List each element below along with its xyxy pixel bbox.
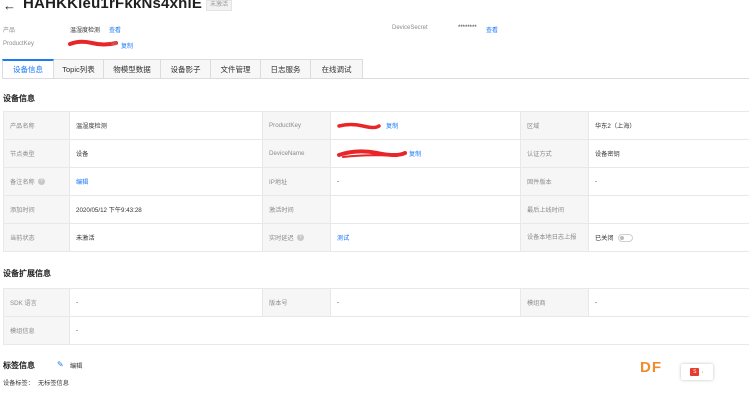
- tab-log-service[interactable]: 日志服务: [261, 59, 311, 79]
- tab-file-management[interactable]: 文件管理: [211, 59, 261, 79]
- tab-thing-model-data[interactable]: 物模型数据: [104, 59, 161, 79]
- node-type-value: 设备: [70, 140, 263, 167]
- productkey-label: ProductKey: [3, 41, 35, 47]
- module-info-value: -: [70, 317, 749, 344]
- firmware-version-value: -: [589, 168, 749, 195]
- table-row: 产品名称 温湿度检测 ProductKey 复制 区域 华东2（上海）: [4, 112, 749, 140]
- latency-test-button[interactable]: 测试: [337, 233, 349, 242]
- auth-method-value: 设备密钥: [589, 140, 749, 167]
- added-time-value: 2020/05/12 下午9:43:28: [70, 196, 263, 223]
- product-name-value: 温湿度检测: [70, 112, 263, 139]
- device-info-table: 产品名称 温湿度检测 ProductKey 复制 区域 华东2（上海） 节点类型…: [3, 111, 749, 252]
- current-status-label: 当前状态: [4, 224, 70, 251]
- ime-chip: S: [690, 368, 700, 376]
- device-title: HAHKKleu1rFkkNs4xhlE: [23, 0, 203, 12]
- activation-time-label: 激活时间: [263, 196, 331, 223]
- activation-time-value: [331, 196, 521, 223]
- help-icon[interactable]: ?: [37, 178, 45, 185]
- device-tag-value: 无标签信息: [38, 380, 69, 387]
- productkey-suffix: ss: [111, 41, 117, 47]
- tabs-divider: [2, 78, 749, 79]
- current-status-value: 未激活: [70, 224, 263, 251]
- redaction-mark: [337, 122, 381, 129]
- table-row: SDK 语言 - 版本号 - 模组商 -: [4, 289, 749, 317]
- pencil-icon[interactable]: ✎: [57, 360, 64, 369]
- device-secret-value: ********: [458, 25, 477, 31]
- productkey-row-label: ProductKey: [263, 112, 331, 139]
- region-value: 华东2（上海）: [589, 112, 749, 139]
- ext-info-title: 设备扩展信息: [3, 269, 51, 278]
- module-vendor-value: -: [589, 289, 749, 316]
- tag-edit-button[interactable]: 编辑: [70, 361, 82, 370]
- auth-method-label: 认证方式: [521, 140, 589, 167]
- df-watermark-logo: DF: [640, 359, 662, 376]
- productkey-copy-link[interactable]: 复制: [121, 41, 133, 50]
- devicename-copy-button[interactable]: 复制: [409, 149, 421, 158]
- module-info-label: 模组信息: [4, 317, 70, 344]
- version-label: 版本号: [263, 289, 331, 316]
- ime-dot: ·: [701, 368, 704, 376]
- help-icon[interactable]: ?: [296, 234, 304, 241]
- realtime-latency-text: 实时延迟: [269, 235, 294, 242]
- table-row: 模组信息 -: [4, 317, 749, 345]
- table-row: 当前状态 未激活 实时延迟 ? 测试 设备本地日志上报 已关闭: [4, 224, 749, 252]
- status-badge: 未激活: [206, 0, 233, 11]
- firmware-version-label: 固件版本: [521, 168, 589, 195]
- ip-address-label: IP地址: [263, 168, 331, 195]
- table-row: 添加时间 2020/05/12 下午9:43:28 激活时间 最后上线时间: [4, 196, 749, 224]
- sogou-ime-icon[interactable]: S ·: [681, 364, 713, 380]
- tag-info-title: 标签信息: [3, 361, 35, 370]
- node-type-label: 节点类型: [4, 140, 70, 167]
- ext-info-table: SDK 语言 - 版本号 - 模组商 - 模组信息 -: [3, 288, 749, 345]
- tab-device-shadow[interactable]: 设备影子: [161, 59, 211, 79]
- realtime-latency-value: 测试: [331, 224, 521, 251]
- arrow-left-icon[interactable]: ←: [3, 0, 16, 13]
- local-log-toggle[interactable]: [617, 233, 633, 242]
- tab-topic-list[interactable]: Topic列表: [54, 59, 104, 79]
- tab-online-debug[interactable]: 在线调试: [311, 59, 363, 79]
- remark-edit-button[interactable]: 编辑: [76, 177, 88, 186]
- device-info-title: 设备信息: [3, 94, 35, 103]
- region-label: 区域: [521, 112, 589, 139]
- table-row: 节点类型 设备 DeviceName 复制 认证方式 设备密钥: [4, 140, 749, 168]
- last-online-label: 最后上线时间: [521, 196, 589, 223]
- detail-tabs: 设备信息 Topic列表 物模型数据 设备影子 文件管理 日志服务 在线调试: [2, 59, 363, 79]
- ip-address-value: -: [331, 168, 521, 195]
- remark-name-text: 备注名称: [10, 179, 35, 186]
- devicename-value: 复制: [331, 140, 521, 167]
- device-secret-label: DeviceSecret: [392, 25, 428, 31]
- added-time-label: 添加时间: [4, 196, 70, 223]
- last-online-value: [589, 196, 749, 223]
- realtime-latency-label: 实时延迟 ?: [263, 224, 331, 251]
- sdk-language-label: SDK 语言: [4, 289, 70, 316]
- local-log-status: 已关闭: [595, 235, 614, 242]
- local-log-label: 设备本地日志上报: [521, 224, 589, 251]
- productkey-row-value: 复制: [331, 112, 521, 139]
- remark-name-value: 编辑: [70, 168, 263, 195]
- productkey-copy-button[interactable]: 复制: [386, 121, 398, 130]
- devicename-label: DeviceName: [263, 140, 331, 167]
- tab-device-info[interactable]: 设备信息: [2, 59, 54, 79]
- product-name-label: 产品名称: [4, 112, 70, 139]
- sdk-language-value: -: [70, 289, 263, 316]
- local-log-value: 已关闭: [589, 224, 749, 251]
- product-value: 温湿度检测: [70, 28, 101, 34]
- page-header: ← HAHKKleu1rFkkNs4xhlE 未激活: [0, 0, 749, 14]
- redaction-mark: [337, 148, 407, 158]
- version-value: -: [331, 289, 521, 316]
- remark-name-label: 备注名称 ?: [4, 168, 70, 195]
- table-row: 备注名称 ? 编辑 IP地址 - 固件版本 -: [4, 168, 749, 196]
- device-secret-view-link[interactable]: 查看: [486, 25, 498, 34]
- product-view-link[interactable]: 查看: [109, 25, 121, 34]
- module-vendor-label: 模组商: [521, 289, 589, 316]
- device-tag-label: 设备标签：: [3, 380, 34, 387]
- product-label: 产品: [3, 28, 16, 34]
